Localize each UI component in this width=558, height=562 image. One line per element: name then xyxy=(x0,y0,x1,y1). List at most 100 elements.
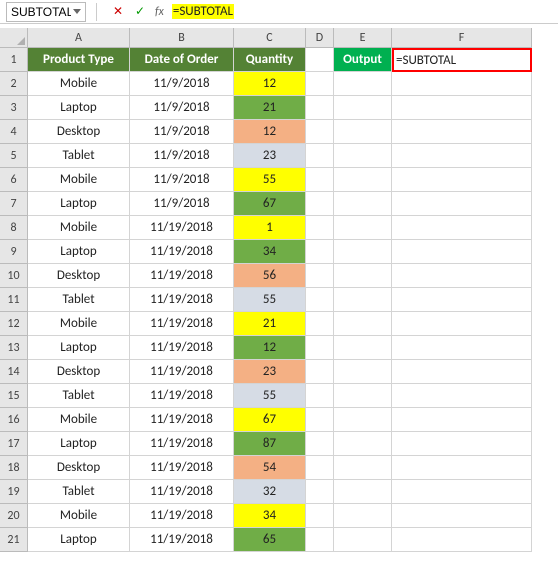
cell-B9[interactable]: 11/19/2018 xyxy=(130,240,234,264)
col-head-E[interactable]: E xyxy=(334,28,392,48)
cell-D17[interactable] xyxy=(306,432,334,456)
cell-C4[interactable]: 12 xyxy=(234,120,306,144)
cell-D14[interactable] xyxy=(306,360,334,384)
cell-F12[interactable] xyxy=(392,312,532,336)
cell-D15[interactable] xyxy=(306,384,334,408)
row-head-12[interactable]: 12 xyxy=(0,312,28,336)
cell-F4[interactable] xyxy=(392,120,532,144)
cell-D6[interactable] xyxy=(306,168,334,192)
cell-F6[interactable] xyxy=(392,168,532,192)
cell-B6[interactable]: 11/9/2018 xyxy=(130,168,234,192)
fx-icon[interactable]: fx xyxy=(155,5,164,19)
cell-A15[interactable]: Tablet xyxy=(28,384,130,408)
cell-B4[interactable]: 11/9/2018 xyxy=(130,120,234,144)
cell-E20[interactable] xyxy=(334,504,392,528)
cell-C17[interactable]: 87 xyxy=(234,432,306,456)
row-head-13[interactable]: 13 xyxy=(0,336,28,360)
cell-D2[interactable] xyxy=(306,72,334,96)
row-head-14[interactable]: 14 xyxy=(0,360,28,384)
cell-A17[interactable]: Laptop xyxy=(28,432,130,456)
cell-B19[interactable]: 11/19/2018 xyxy=(130,480,234,504)
row-head-3[interactable]: 3 xyxy=(0,96,28,120)
cell-C8[interactable]: 1 xyxy=(234,216,306,240)
cell-C20[interactable]: 34 xyxy=(234,504,306,528)
cell-E19[interactable] xyxy=(334,480,392,504)
cell-E18[interactable] xyxy=(334,456,392,480)
cell-E12[interactable] xyxy=(334,312,392,336)
cell-B20[interactable]: 11/19/2018 xyxy=(130,504,234,528)
cell-A9[interactable]: Laptop xyxy=(28,240,130,264)
cell-E15[interactable] xyxy=(334,384,392,408)
cell-C13[interactable]: 12 xyxy=(234,336,306,360)
cell-B2[interactable]: 11/9/2018 xyxy=(130,72,234,96)
cell-E21[interactable] xyxy=(334,528,392,552)
cell-F3[interactable] xyxy=(392,96,532,120)
cell-D10[interactable] xyxy=(306,264,334,288)
cell-D5[interactable] xyxy=(306,144,334,168)
cell-F5[interactable] xyxy=(392,144,532,168)
cell-B5[interactable]: 11/9/2018 xyxy=(130,144,234,168)
cell-F7[interactable] xyxy=(392,192,532,216)
name-box[interactable] xyxy=(6,2,86,22)
row-head-9[interactable]: 9 xyxy=(0,240,28,264)
cell-B12[interactable]: 11/19/2018 xyxy=(130,312,234,336)
cell-D16[interactable] xyxy=(306,408,334,432)
cell-F8[interactable] xyxy=(392,216,532,240)
cell-A14[interactable]: Desktop xyxy=(28,360,130,384)
cell-C16[interactable]: 67 xyxy=(234,408,306,432)
cell-C19[interactable]: 32 xyxy=(234,480,306,504)
cell-F16[interactable] xyxy=(392,408,532,432)
cell-B13[interactable]: 11/19/2018 xyxy=(130,336,234,360)
cell-A2[interactable]: Mobile xyxy=(28,72,130,96)
cell-C7[interactable]: 67 xyxy=(234,192,306,216)
row-head-5[interactable]: 5 xyxy=(0,144,28,168)
chevron-down-icon[interactable] xyxy=(73,9,81,14)
cell-C21[interactable]: 65 xyxy=(234,528,306,552)
cell-B14[interactable]: 11/19/2018 xyxy=(130,360,234,384)
cell-E8[interactable] xyxy=(334,216,392,240)
cell-D18[interactable] xyxy=(306,456,334,480)
cell-E7[interactable] xyxy=(334,192,392,216)
cell-A10[interactable]: Desktop xyxy=(28,264,130,288)
col-head-A[interactable]: A xyxy=(28,28,130,48)
cell-F2[interactable] xyxy=(392,72,532,96)
row-head-21[interactable]: 21 xyxy=(0,528,28,552)
cell-B3[interactable]: 11/9/2018 xyxy=(130,96,234,120)
cell-B15[interactable]: 11/19/2018 xyxy=(130,384,234,408)
enter-icon[interactable]: ✓ xyxy=(132,4,148,20)
cell-F18[interactable] xyxy=(392,456,532,480)
cell-D20[interactable] xyxy=(306,504,334,528)
row-head-19[interactable]: 19 xyxy=(0,480,28,504)
row-head-17[interactable]: 17 xyxy=(0,432,28,456)
cell-F14[interactable] xyxy=(392,360,532,384)
cell-C9[interactable]: 34 xyxy=(234,240,306,264)
col-head-C[interactable]: C xyxy=(234,28,306,48)
cancel-icon[interactable]: ✕ xyxy=(110,4,126,20)
row-head-16[interactable]: 16 xyxy=(0,408,28,432)
cell-E16[interactable] xyxy=(334,408,392,432)
cell-C15[interactable]: 55 xyxy=(234,384,306,408)
cell-B11[interactable]: 11/19/2018 xyxy=(130,288,234,312)
cell-C2[interactable]: 12 xyxy=(234,72,306,96)
cell-D9[interactable] xyxy=(306,240,334,264)
cell-E14[interactable] xyxy=(334,360,392,384)
select-all-corner[interactable] xyxy=(0,28,28,48)
header-product-type[interactable]: Product Type xyxy=(28,48,130,72)
cell-A5[interactable]: Tablet xyxy=(28,144,130,168)
cell-F19[interactable] xyxy=(392,480,532,504)
cell-E6[interactable] xyxy=(334,168,392,192)
col-head-D[interactable]: D xyxy=(306,28,334,48)
cell-E9[interactable] xyxy=(334,240,392,264)
cell-B18[interactable]: 11/19/2018 xyxy=(130,456,234,480)
cell-F13[interactable] xyxy=(392,336,532,360)
cell-D12[interactable] xyxy=(306,312,334,336)
cell-F17[interactable] xyxy=(392,432,532,456)
cell-A20[interactable]: Mobile xyxy=(28,504,130,528)
row-head-2[interactable]: 2 xyxy=(0,72,28,96)
cell-A7[interactable]: Laptop xyxy=(28,192,130,216)
header-quantity[interactable]: Quantity xyxy=(234,48,306,72)
cell-D7[interactable] xyxy=(306,192,334,216)
cell-A12[interactable]: Mobile xyxy=(28,312,130,336)
cell-A8[interactable]: Mobile xyxy=(28,216,130,240)
cell-A18[interactable]: Desktop xyxy=(28,456,130,480)
